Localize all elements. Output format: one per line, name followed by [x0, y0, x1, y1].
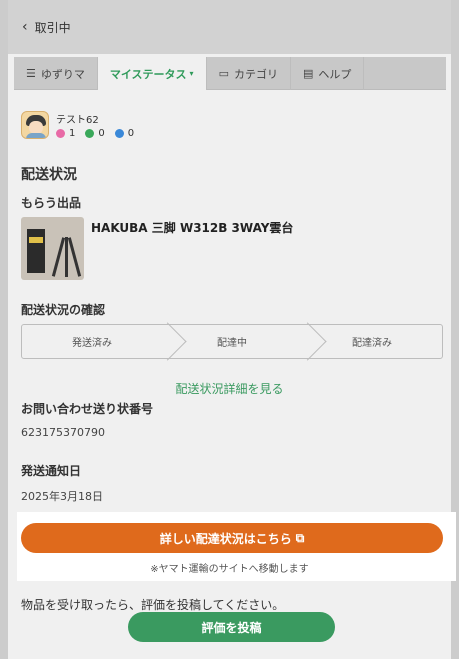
avatar: [21, 111, 49, 139]
caret-down-icon: ▾: [189, 69, 194, 78]
good-face-icon: [56, 129, 65, 138]
tab-my-status[interactable]: マイステータス ▾: [97, 57, 207, 90]
product-image[interactable]: [21, 217, 84, 280]
tab-yuzurima[interactable]: ☰ ゆずりマ: [14, 57, 98, 90]
post-review-button[interactable]: 評価を投稿: [128, 612, 335, 642]
tab-label: ゆずりマ: [40, 67, 85, 81]
folder-icon: ▭: [218, 67, 229, 80]
tab-label: マイステータス: [109, 67, 187, 81]
step-in-transit: 配達中: [162, 325, 302, 358]
section-title: 配送状況: [21, 167, 77, 183]
review-instruction: 物品を受け取ったら、評価を投稿してください。: [21, 598, 285, 612]
product-heading: もらう出品: [21, 196, 82, 210]
chevron-left-icon: ‹: [22, 19, 28, 35]
user-name: テスト62: [56, 115, 99, 126]
bad-face-icon: [114, 129, 124, 138]
carrier-button-label: 詳しい配達状況はこちら: [159, 531, 292, 546]
document-icon: ▤: [302, 67, 314, 80]
step-delivered: 配達済み: [302, 325, 442, 358]
page: ‹ 取引中 ☰ ゆずりマ マイステータス ▾ ▭ カテゴリ ▤ ヘルプ テスト6…: [8, 0, 456, 659]
tab-category[interactable]: ▭ カテゴリ: [207, 57, 291, 90]
normal-face-icon: [85, 129, 95, 138]
tab-label: ヘルプ: [318, 67, 352, 81]
rating-count: 1: [69, 128, 76, 139]
step-shipped: 発送済み: [72, 338, 112, 349]
back-label: 取引中: [34, 20, 71, 35]
notify-label: 発送通知日: [21, 464, 82, 478]
delivery-steps: 発送済み 配達中 配達済み: [21, 324, 443, 359]
user-ratings: 1 0 0: [56, 128, 134, 139]
tab-label: カテゴリ: [233, 67, 278, 81]
product-title[interactable]: HAKUBA 三脚 W312B 3WAY雲台: [91, 219, 293, 236]
rating-count: 0: [127, 128, 135, 139]
rating-count: 0: [98, 128, 105, 139]
tab-bar: ☰ ゆずりマ マイステータス ▾ ▭ カテゴリ ▤ ヘルプ: [14, 57, 446, 90]
back-button[interactable]: ‹ 取引中: [8, 0, 451, 54]
tab-help[interactable]: ▤ ヘルプ: [291, 57, 365, 90]
status-heading: 配送状況の確認: [21, 303, 106, 317]
tracking-number: 623175370790: [21, 426, 105, 439]
carrier-note: ※ヤマト運輸のサイトへ移動します: [150, 564, 309, 575]
external-link-icon: ⧉: [295, 530, 305, 545]
user-info[interactable]: テスト62 1 0 0: [21, 111, 134, 139]
list-icon: ☰: [26, 67, 36, 80]
status-detail-link[interactable]: 配送状況詳細を見る: [8, 380, 451, 397]
carrier-tracking-button[interactable]: 詳しい配達状況はこちら ⧉: [21, 523, 443, 553]
notify-date: 2025年3月18日: [21, 490, 103, 503]
tracking-label: お問い合わせ送り状番号: [21, 402, 154, 416]
